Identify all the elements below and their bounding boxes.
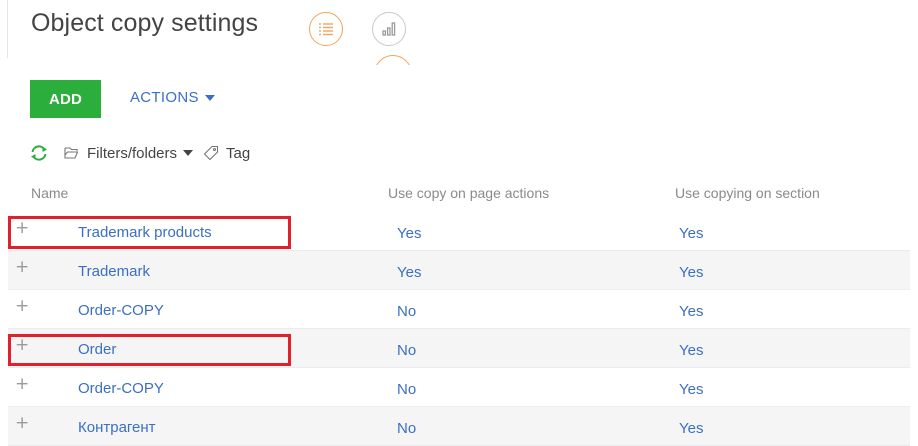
list-view-button[interactable] xyxy=(309,12,343,46)
row-section-value: Yes xyxy=(679,225,704,242)
expand-icon[interactable]: + xyxy=(15,218,29,238)
expand-icon[interactable]: + xyxy=(15,413,29,433)
table-row[interactable]: + Order No Yes xyxy=(8,329,910,368)
row-section-value: Yes xyxy=(679,264,704,281)
row-page-actions-value: Yes xyxy=(397,264,422,281)
row-section-value: Yes xyxy=(679,381,704,398)
add-button[interactable]: ADD xyxy=(30,80,101,118)
expand-icon[interactable]: + xyxy=(15,374,29,394)
list-icon xyxy=(319,23,333,36)
table-row[interactable]: + Order-COPY No Yes xyxy=(8,368,910,407)
analytics-view-button[interactable] xyxy=(372,12,406,46)
tag-button[interactable]: Tag xyxy=(226,145,250,162)
tag-icon[interactable] xyxy=(203,145,219,161)
refresh-icon[interactable] xyxy=(29,143,49,163)
column-header-page-actions[interactable]: Use copy on page actions xyxy=(388,185,549,201)
row-section-value: Yes xyxy=(679,342,704,359)
filters-folders-label: Filters/folders xyxy=(87,144,178,162)
column-header-section[interactable]: Use copying on section xyxy=(675,185,820,201)
row-name-link[interactable]: Контрагент xyxy=(78,419,156,436)
row-name-link[interactable]: Order-COPY xyxy=(78,380,164,397)
expand-icon[interactable]: + xyxy=(15,257,29,277)
left-divider xyxy=(7,0,8,58)
dashboard-view-button-partial[interactable] xyxy=(374,55,412,65)
object-copy-grid: Name Use copy on page actions Use copyin… xyxy=(0,176,918,446)
row-name-link[interactable]: Order xyxy=(78,341,116,358)
column-header-name[interactable]: Name xyxy=(31,185,68,201)
row-page-actions-value: No xyxy=(397,303,417,320)
expand-icon[interactable]: + xyxy=(15,296,29,316)
row-name-link[interactable]: Trademark xyxy=(78,263,150,280)
row-section-value: Yes xyxy=(679,303,704,320)
folder-icon xyxy=(63,145,79,161)
row-page-actions-value: No xyxy=(397,342,417,359)
actions-dropdown[interactable]: ACTIONS xyxy=(130,89,215,106)
grid-rows: + Trademark products Yes Yes + Trademark… xyxy=(0,212,918,446)
table-row[interactable]: + Trademark products Yes Yes xyxy=(8,212,910,251)
grid-header: Name Use copy on page actions Use copyin… xyxy=(0,176,918,212)
table-row[interactable]: + Order-COPY No Yes xyxy=(8,290,910,329)
table-row[interactable]: + Trademark Yes Yes xyxy=(8,251,910,290)
chevron-down-icon xyxy=(204,95,215,101)
row-page-actions-value: Yes xyxy=(397,225,422,242)
chevron-down-icon xyxy=(183,150,194,156)
row-name-link[interactable]: Order-COPY xyxy=(78,302,164,319)
actions-label: ACTIONS xyxy=(130,89,199,106)
expand-icon[interactable]: + xyxy=(15,335,29,355)
row-page-actions-value: No xyxy=(397,420,417,437)
row-name-link[interactable]: Trademark products xyxy=(78,224,212,241)
page-title: Object copy settings xyxy=(31,9,259,37)
row-section-value: Yes xyxy=(679,420,704,437)
filter-bar: Filters/folders Tag xyxy=(29,141,250,165)
row-page-actions-value: No xyxy=(397,381,417,398)
filters-folders-dropdown[interactable]: Filters/folders xyxy=(87,145,203,162)
table-row[interactable]: + Контрагент No Yes xyxy=(8,407,910,446)
analytics-icon xyxy=(382,22,396,36)
